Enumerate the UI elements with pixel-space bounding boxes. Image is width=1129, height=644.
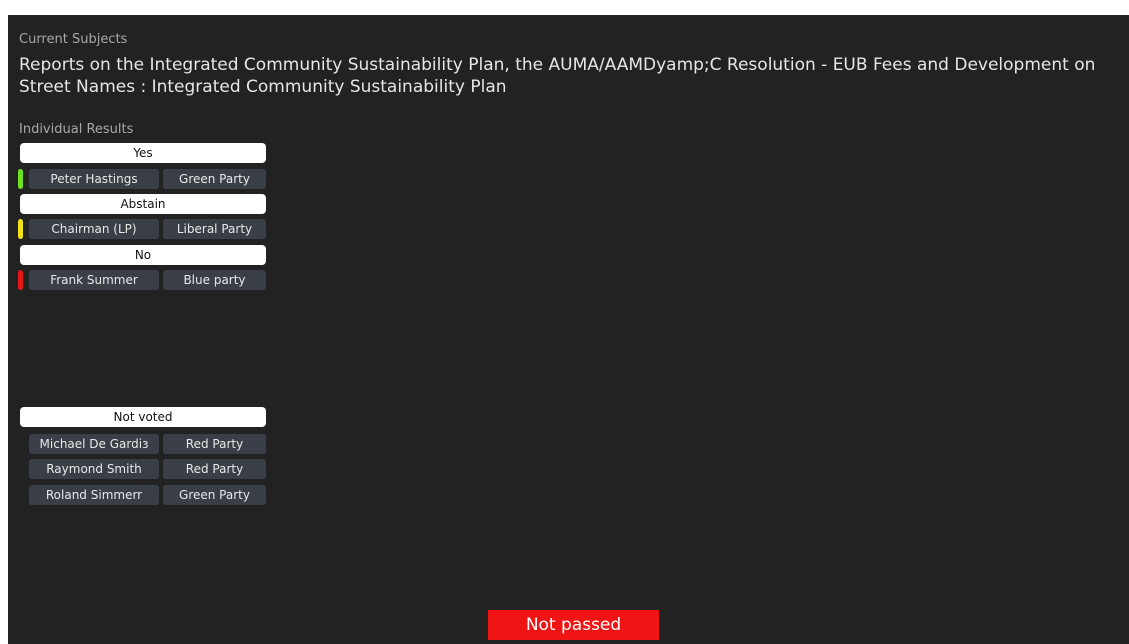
voter-name: Peter Hastings bbox=[29, 169, 159, 189]
voter-name: Chairman (LP) bbox=[29, 219, 159, 239]
vote-outcome-banner: Not passed bbox=[488, 610, 659, 640]
subject-title: Reports on the Integrated Community Sust… bbox=[19, 55, 1096, 97]
vote-indicator-no bbox=[18, 270, 23, 290]
voter-party: Green Party bbox=[163, 169, 266, 189]
voter-party: Red Party bbox=[163, 459, 266, 479]
voter-row: Chairman (LP) Liberal Party bbox=[18, 219, 268, 239]
vote-indicator-yes bbox=[18, 169, 23, 189]
voter-row: Raymond Smith Red Party bbox=[18, 459, 268, 479]
voter-party: Green Party bbox=[163, 485, 266, 505]
current-subjects-label: Current Subjects bbox=[19, 32, 128, 47]
voter-row: Peter Hastings Green Party bbox=[18, 169, 268, 189]
voter-name: Frank Summer bbox=[29, 270, 159, 290]
group-header-no: No bbox=[20, 245, 266, 265]
voter-party: Red Party bbox=[163, 434, 266, 454]
group-header-abstain: Abstain bbox=[20, 194, 266, 214]
voter-row: Roland Simmerr Green Party bbox=[18, 485, 268, 505]
vote-results-screen: Current Subjects Reports on the Integrat… bbox=[8, 15, 1129, 644]
vote-indicator-abstain bbox=[18, 219, 23, 239]
voter-row: Frank Summer Blue party bbox=[18, 270, 268, 290]
voter-name: Raymond Smith bbox=[29, 459, 159, 479]
voter-name: Michael De Gardiз bbox=[29, 434, 159, 454]
voter-party: Liberal Party bbox=[163, 219, 266, 239]
voter-party: Blue party bbox=[163, 270, 266, 290]
voter-row: Michael De Gardiз Red Party bbox=[18, 434, 268, 454]
group-header-not-voted: Not voted bbox=[20, 407, 266, 427]
voter-name: Roland Simmerr bbox=[29, 485, 159, 505]
individual-results-label: Individual Results bbox=[19, 122, 134, 137]
group-header-yes: Yes bbox=[20, 143, 266, 163]
